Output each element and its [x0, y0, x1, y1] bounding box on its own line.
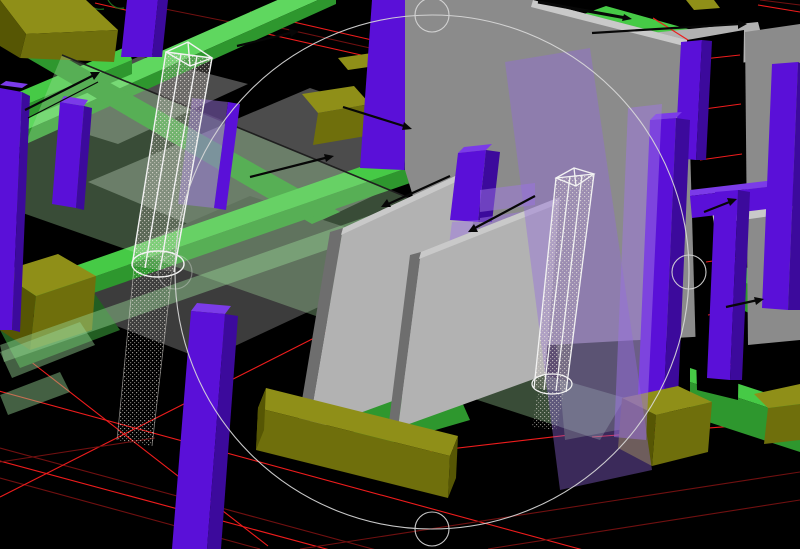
model-canvas[interactable]	[0, 0, 800, 549]
cad-viewport[interactable]	[0, 0, 800, 549]
pad-front[interactable]	[764, 404, 800, 444]
column-face[interactable]	[121, 0, 158, 57]
